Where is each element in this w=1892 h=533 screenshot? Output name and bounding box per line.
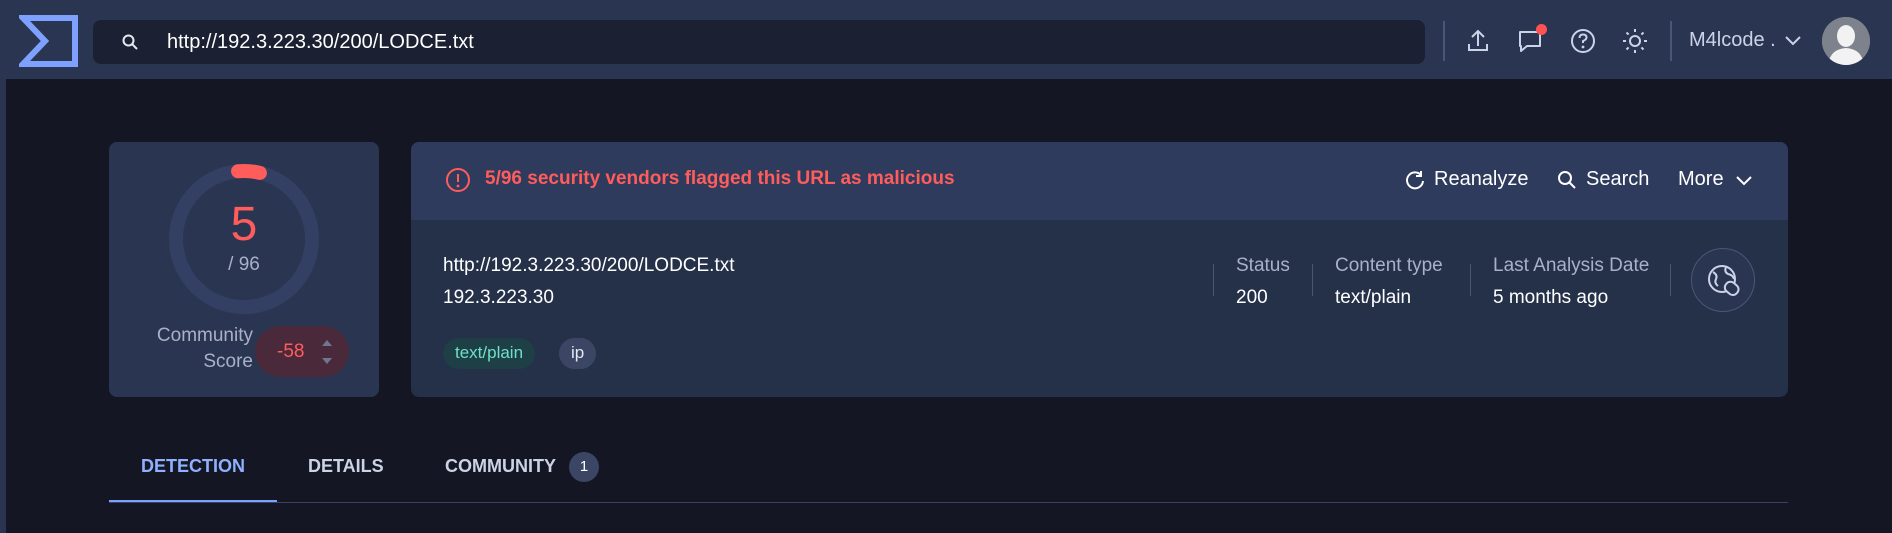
content-type-label: Content type [1335, 255, 1443, 276]
url-summary-card: 5/96 security vendors flagged this URL a… [411, 142, 1788, 397]
divider [1470, 264, 1471, 296]
refresh-icon [1406, 170, 1424, 189]
vendor-total: / 96 [228, 254, 260, 275]
alert-banner: 5/96 security vendors flagged this URL a… [411, 142, 1788, 220]
downvote-icon[interactable] [320, 354, 334, 368]
reanalyze-button[interactable]: Reanalyze [1404, 168, 1529, 191]
search-icon [1558, 170, 1576, 189]
scanned-url[interactable]: http://192.3.223.30/200/LODCE.txt [443, 255, 735, 277]
divider [1443, 21, 1445, 61]
host-ip[interactable]: 192.3.223.30 [443, 287, 554, 309]
upload-icon[interactable] [1463, 26, 1493, 56]
logo-icon[interactable] [15, 14, 79, 68]
avatar[interactable] [1822, 17, 1870, 65]
top-bar: http://192.3.223.30/200/LODCE.txt M4lcod… [0, 0, 1892, 79]
more-button[interactable]: More [1678, 168, 1754, 191]
divider [1670, 264, 1671, 296]
theme-icon[interactable] [1620, 26, 1650, 56]
search-label: Search [1586, 168, 1650, 190]
help-icon[interactable] [1568, 26, 1598, 56]
search-icon [121, 33, 139, 51]
alert-icon [445, 167, 471, 193]
more-label: More [1678, 168, 1724, 190]
alert-message: 5/96 security vendors flagged this URL a… [485, 168, 955, 189]
search-input[interactable]: http://192.3.223.30/200/LODCE.txt [167, 31, 474, 54]
community-count-badge: 1 [569, 452, 599, 482]
tabs-divider [109, 502, 1788, 503]
search-button[interactable]: Search [1556, 168, 1649, 191]
user-name[interactable]: M4lcode . [1689, 29, 1776, 52]
window-edge [0, 0, 6, 533]
chat-icon[interactable] [1515, 24, 1547, 56]
detection-count: 5 [230, 198, 258, 251]
reanalyze-label: Reanalyze [1434, 168, 1529, 190]
notification-dot [1536, 24, 1547, 35]
tag-text-plain[interactable]: text/plain [443, 338, 536, 369]
detection-score-card: 5 / 96 Community Score -58 [109, 142, 379, 397]
status-label: Status [1236, 255, 1290, 276]
status-value: 200 [1236, 287, 1268, 308]
divider [1213, 264, 1214, 296]
divider [1670, 21, 1672, 61]
tab-community[interactable]: COMMUNITY [445, 456, 556, 477]
globe-link-icon[interactable] [1691, 248, 1755, 312]
last-analysis-value: 5 months ago [1493, 287, 1609, 308]
divider [1312, 264, 1313, 296]
community-score-value: -58 [277, 341, 305, 362]
tab-detection[interactable]: DETECTION [141, 456, 245, 477]
community-score-label: Community Score [156, 325, 253, 372]
search-bar[interactable]: http://192.3.223.30/200/LODCE.txt [93, 20, 1425, 64]
community-score: -58 [255, 326, 349, 377]
chevron-down-icon [1735, 175, 1752, 185]
chevron-down-icon[interactable] [1783, 30, 1803, 50]
tag-ip[interactable]: ip [559, 338, 597, 369]
tab-details[interactable]: DETAILS [308, 456, 384, 477]
upvote-icon[interactable] [320, 336, 334, 350]
last-analysis-label: Last Analysis Date [1493, 255, 1650, 276]
content-type-value: text/plain [1335, 287, 1412, 308]
